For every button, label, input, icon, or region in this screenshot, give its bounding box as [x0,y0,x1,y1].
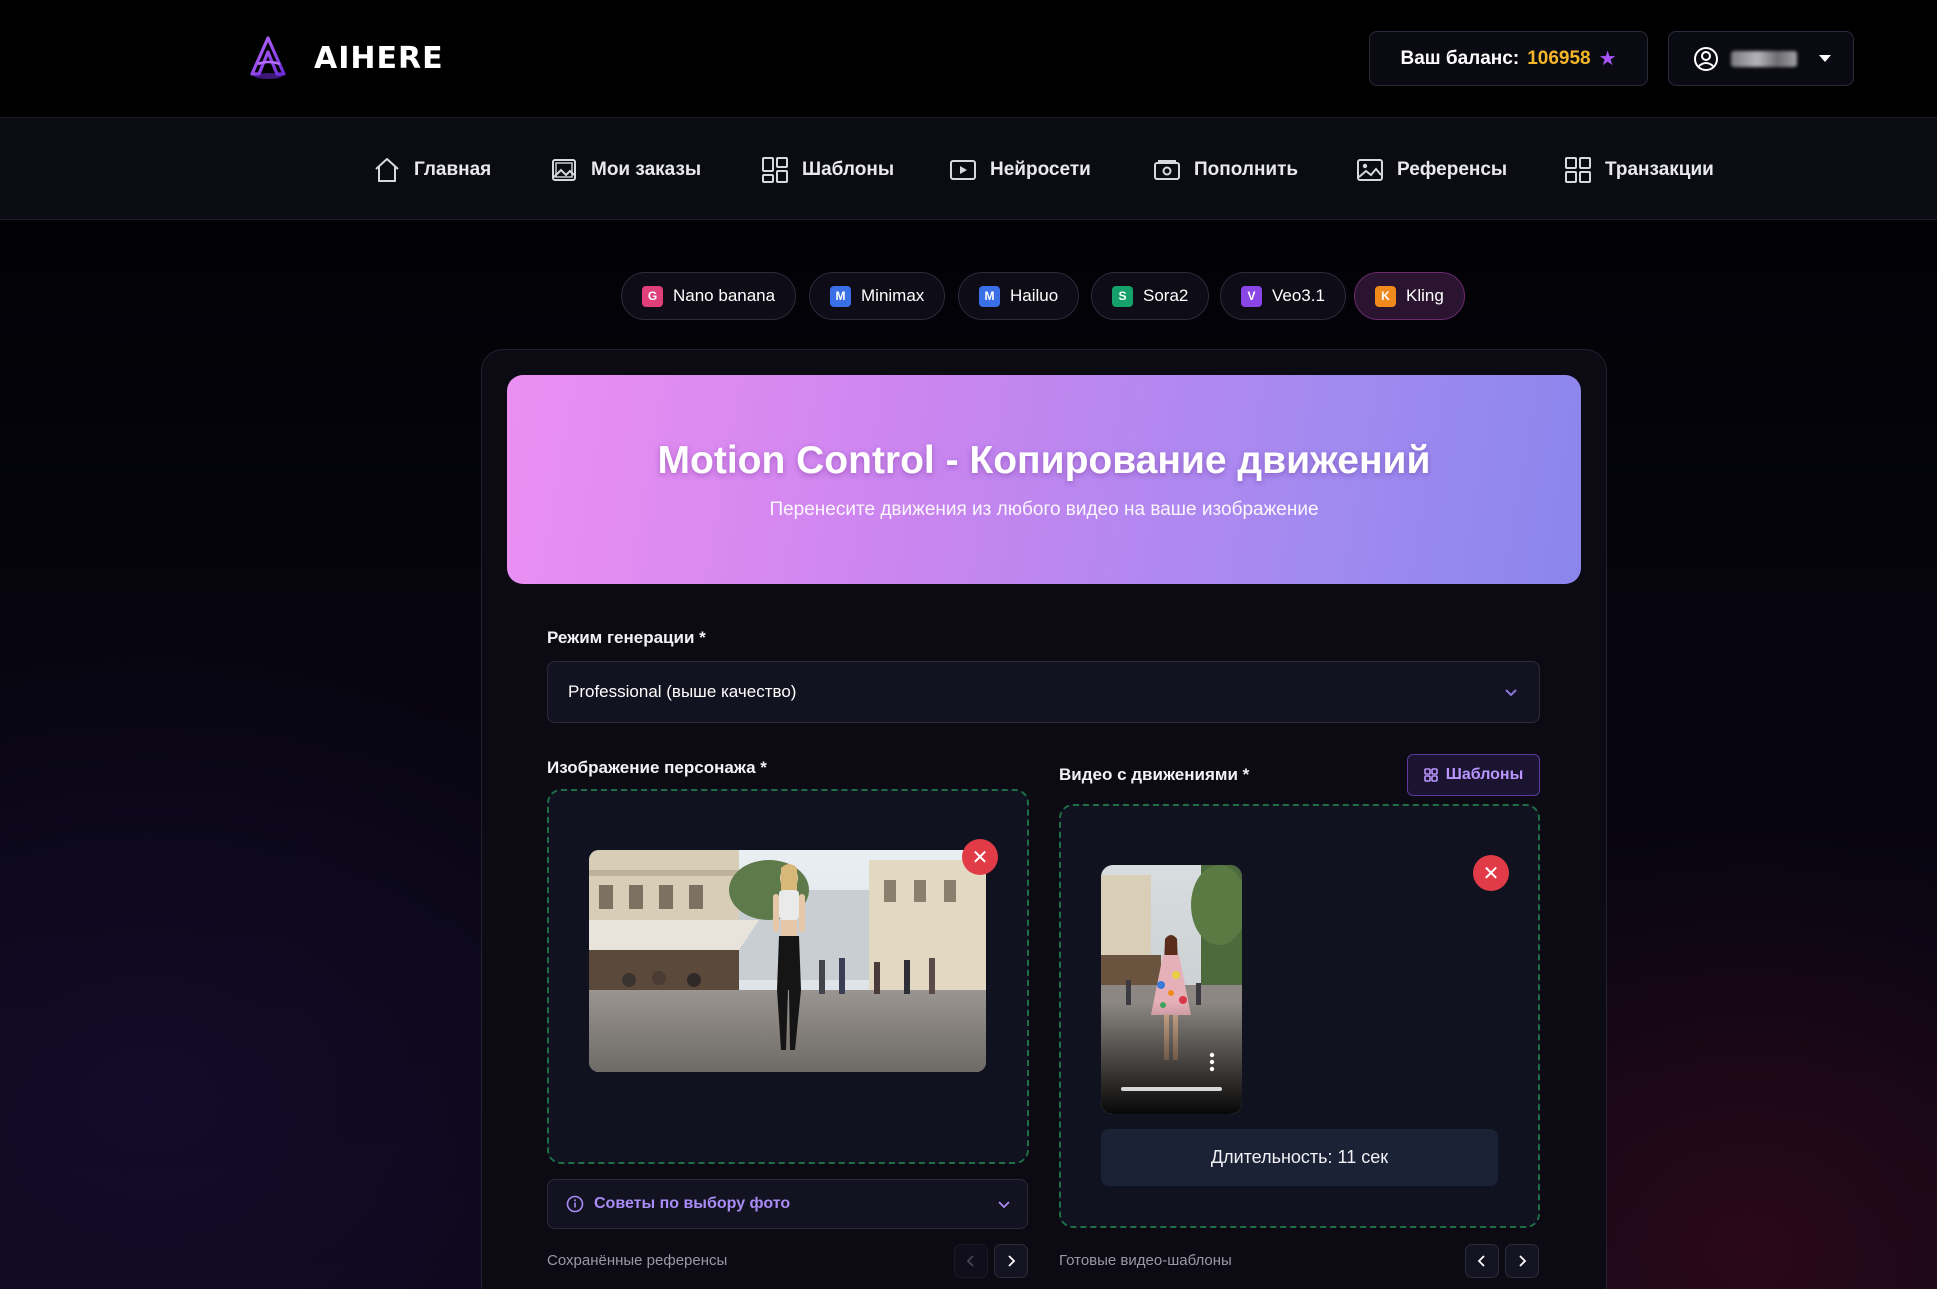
user-circle-icon [1694,46,1718,71]
nav-item-label: Мои заказы [591,159,702,180]
model-badge: M [979,285,1000,307]
model-tab-minimax[interactable]: M Minimax [809,272,946,320]
chevron-down-icon [1505,689,1517,697]
video-duration: Длительность: 11 сек [1101,1129,1498,1186]
wallet-icon [1154,160,1180,180]
nav-item-topup[interactable]: Пополнить [1152,154,1298,186]
mode-label: Режим генерации * [547,628,706,647]
chevron-down-icon [998,1201,1010,1209]
top-bar: AIHERE Ваш баланс: 106958 ★ [0,0,1937,118]
nav-item-references[interactable]: Референсы [1355,154,1507,186]
tips-label: Советы по выбору фото [594,1195,791,1212]
model-label: Veo3.1 [1272,286,1325,305]
nav-item-label: Пополнить [1194,159,1299,180]
logo-icon [250,36,286,79]
video-templates-prev-button[interactable] [1465,1244,1499,1278]
model-label: Nano banana [673,286,776,305]
logo[interactable]: AIHERE [244,30,444,86]
model-badge: M [830,285,851,307]
play-icon [950,160,976,180]
remove-image-button[interactable]: ✕ [962,839,998,875]
motion-video-preview[interactable] [1101,865,1242,1114]
model-label: Minimax [861,286,925,305]
info-icon [566,1195,584,1213]
model-badge: G [642,285,663,307]
saved-refs-prev-button[interactable] [954,1244,988,1278]
chevron-left-icon [966,1255,974,1267]
model-badge: V [1241,285,1262,307]
page-subtitle: Перенесите движения из любого видео на в… [769,498,1319,520]
nav-item-label: Главная [414,159,492,180]
model-tab-kling[interactable]: K Kling [1354,272,1465,320]
video-label: Видео с движениями * [1059,765,1250,784]
templates-button[interactable]: Шаблоны [1407,754,1540,796]
model-tab-veo3[interactable]: V Veo3.1 [1220,272,1346,320]
image-label: Изображение персонажа * [547,758,767,777]
model-badge: S [1112,285,1133,307]
grid-icon [1565,157,1591,183]
nav-item-transactions[interactable]: Транзакции [1563,154,1714,186]
mode-select-value: Professional (выше качество) [568,682,797,701]
model-tab-hailuo[interactable]: M Hailuo [958,272,1080,320]
nav-item-home[interactable]: Главная [372,154,491,186]
chevron-left-icon [1477,1255,1485,1267]
main-nav: Главная Мои заказы Шаблоны Нейросети Поп… [0,118,1937,220]
home-icon [375,158,399,182]
logo-text: AIHERE [314,40,444,76]
grid-icon [762,157,788,183]
saved-references-label: Сохранённые референсы [547,1252,728,1269]
nav-item-label: Транзакции [1605,159,1714,180]
model-tab-sora2[interactable]: S Sora2 [1091,272,1210,320]
user-name-redacted [1731,50,1797,67]
nav-item-templates[interactable]: Шаблоны [760,154,894,186]
model-label: Kling [1406,286,1444,305]
character-image-preview [589,850,986,1072]
video-templates-label: Готовые видео-шаблоны [1059,1252,1232,1269]
chevron-right-icon [1519,1255,1527,1267]
page-title: Motion Control - Копирование движений [657,438,1431,482]
remove-video-button[interactable]: ✕ [1473,855,1509,891]
mode-select[interactable]: Professional (выше качество) [547,661,1540,723]
star-icon: ★ [1598,48,1617,70]
image-icon [552,159,576,181]
nav-item-label: Нейросети [990,159,1091,180]
balance-value: 106958 [1527,47,1591,69]
page: AIHERE Ваш баланс: 106958 ★ Главная Мои … [0,0,1937,1289]
nav-item-orders[interactable]: Мои заказы [549,154,701,186]
model-label: Hailuo [1010,286,1059,305]
nav-item-neural[interactable]: Нейросети [948,154,1091,186]
nav-item-label: Референсы [1397,159,1508,180]
nav-item-label: Шаблоны [802,159,895,180]
user-menu-button[interactable] [1668,31,1854,86]
model-label: Sora2 [1143,286,1189,305]
model-badge: K [1375,285,1396,307]
model-tab-nano-banana[interactable]: G Nano banana [621,272,797,320]
templates-button-label: Шаблоны [1445,766,1524,783]
close-icon: ✕ [1482,862,1500,885]
grid-icon [1423,768,1438,782]
balance-label: Ваш баланс: [1400,47,1520,69]
video-templates-next-button[interactable] [1505,1244,1539,1278]
hero-banner: Motion Control - Копирование движений Пе… [507,375,1581,584]
picture-icon [1357,159,1383,181]
chevron-down-icon [1819,55,1831,62]
photo-tips-accordion[interactable]: Советы по выбору фото [547,1179,1028,1229]
close-icon: ✕ [971,846,989,869]
saved-refs-next-button[interactable] [994,1244,1028,1278]
balance-display[interactable]: Ваш баланс: 106958 ★ [1369,31,1648,86]
chevron-right-icon [1008,1255,1016,1267]
